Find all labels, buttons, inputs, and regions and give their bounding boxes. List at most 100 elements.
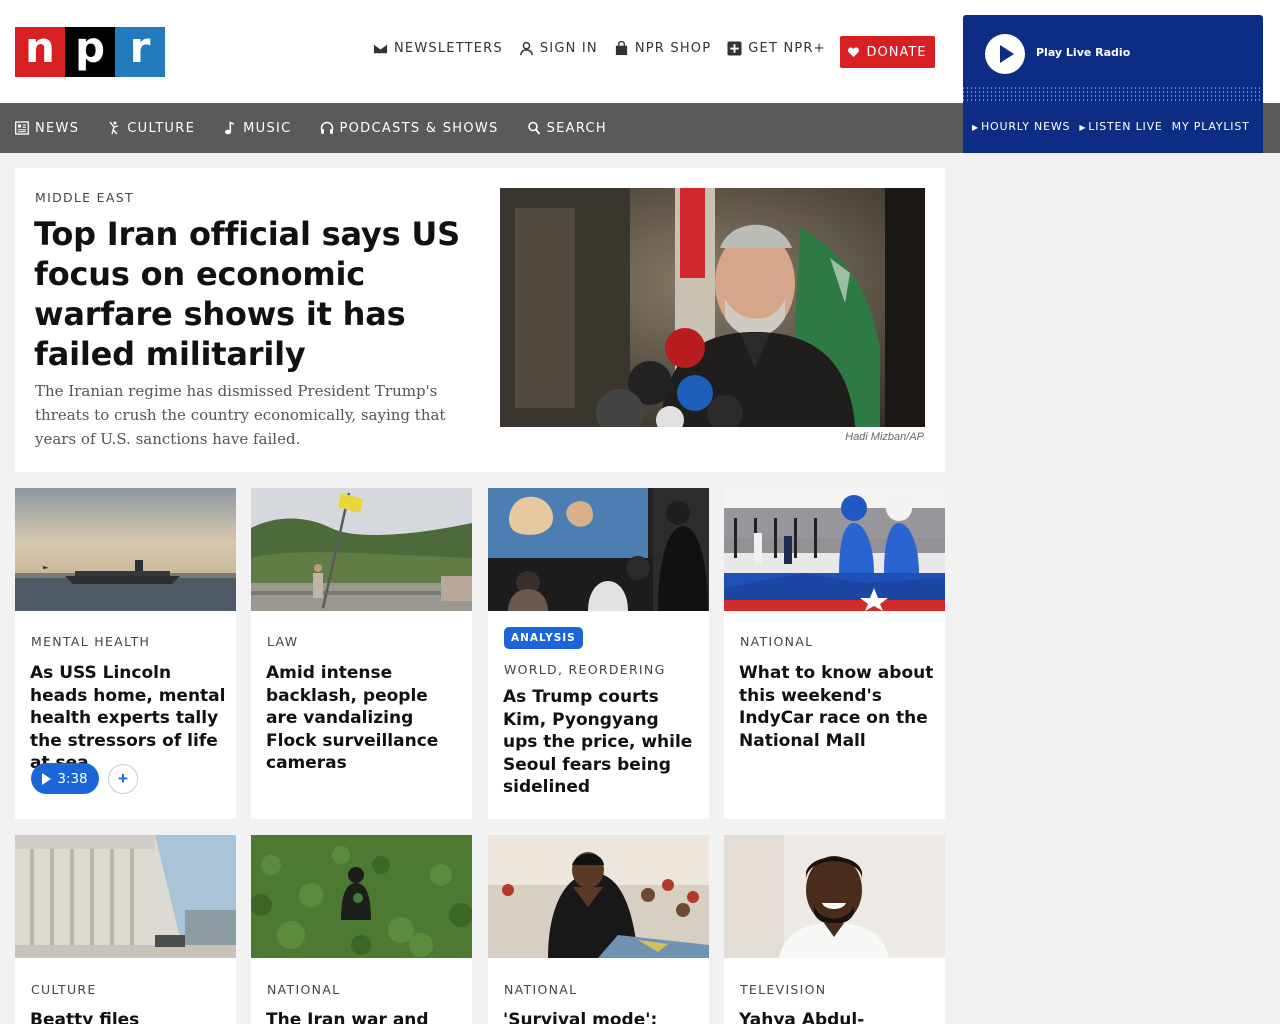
photo-kennedy-center <box>15 835 236 958</box>
user-icon <box>519 41 533 56</box>
story-headline[interactable]: Amid intense backlash, people are vandal… <box>266 662 462 775</box>
my-playlist-label: MY PLAYLIST <box>1171 120 1250 133</box>
waveform-graphic <box>963 87 1263 103</box>
photo-aircraft-carrier <box>15 488 236 611</box>
play-audio-button[interactable]: 3:38 <box>31 763 99 794</box>
story-card: MENTAL HEALTH As USS Lincoln heads home,… <box>15 488 236 819</box>
hourly-news-link[interactable]: ▶ HOURLY NEWS <box>972 120 1070 133</box>
story-teaser[interactable]: The Iranian regime has dismissed Preside… <box>35 379 455 451</box>
photo-people-watching-missile-launch <box>488 488 709 611</box>
dancer-icon <box>109 121 119 135</box>
nav-item-label: MUSIC <box>243 120 292 136</box>
player-links: ▶ HOURLY NEWS ▶ LISTEN LIVE MY PLAYLIST <box>972 120 1250 133</box>
story-headline[interactable]: 'Survival mode': <box>503 1009 699 1024</box>
logo-letter-n: n <box>15 27 65 77</box>
triangle-right-icon: ▶ <box>1079 123 1087 132</box>
nav-item-news[interactable]: NEWS <box>15 121 79 136</box>
hourly-news-label: HOURLY NEWS <box>980 120 1071 133</box>
photo-official-at-podium <box>500 188 925 427</box>
photo-indycar-drivers <box>724 488 945 611</box>
nav-item-search[interactable]: SEARCH <box>527 121 607 136</box>
plus-box-icon <box>727 41 742 56</box>
story-slug[interactable]: LAW <box>267 634 298 649</box>
story-slug[interactable]: NATIONAL <box>267 982 340 997</box>
story-slug[interactable]: NATIONAL <box>740 634 813 649</box>
newsletters-label: NEWSLETTERS <box>394 41 503 56</box>
sign-in-label: SIGN IN <box>539 41 598 56</box>
listen-live-link[interactable]: ▶ LISTEN LIVE <box>1079 120 1162 133</box>
logo-letter-p: p <box>65 27 115 77</box>
story-headline[interactable]: What to know about this weekend's IndyCa… <box>739 662 935 752</box>
live-radio-player: Play Live Radio ▶ HOURLY NEWS ▶ LISTEN LIV… <box>963 15 1263 153</box>
story-headline[interactable]: Top Iran official says US focus on econo… <box>34 214 464 374</box>
story-slug[interactable]: MIDDLE EAST <box>35 190 134 205</box>
story-headline[interactable]: As USS Lincoln heads home, mental health… <box>30 662 226 775</box>
story-thumbnail[interactable] <box>488 488 709 611</box>
story-headline[interactable]: The Iran war and <box>266 1009 462 1024</box>
story-thumbnail[interactable] <box>251 835 472 958</box>
get-npr-plus-link[interactable]: GET NPR+ <box>727 41 825 56</box>
nav-item-label: SEARCH <box>546 120 607 136</box>
story-thumbnail[interactable] <box>488 835 709 958</box>
listen-live-label: LISTEN LIVE <box>1088 120 1163 133</box>
music-note-icon <box>225 121 235 135</box>
search-icon <box>527 121 540 135</box>
story-image[interactable] <box>500 188 925 427</box>
nav-item-label: NEWS <box>35 120 80 136</box>
play-live-radio-button[interactable] <box>985 34 1025 74</box>
featured-story: MIDDLE EAST Top Iran official says US fo… <box>15 168 945 472</box>
nav-item-music[interactable]: MUSIC <box>223 121 291 136</box>
add-to-playlist-button[interactable]: + <box>108 764 138 794</box>
analysis-badge: ANALYSIS <box>504 627 583 649</box>
story-card: CULTURE Beatty files <box>15 835 236 1024</box>
photo-portrait-smiling-man <box>724 835 945 958</box>
nav-item-culture[interactable]: CULTURE <box>107 121 195 136</box>
photo-surveillance-camera-protest <box>251 488 472 611</box>
photo-farmer-in-field <box>251 835 472 958</box>
story-thumbnail[interactable] <box>251 488 472 611</box>
heart-icon <box>848 47 860 57</box>
story-headline[interactable]: Beatty files <box>30 1009 226 1024</box>
photo-credit: Hadi Mizban/AP <box>845 431 924 443</box>
story-slug[interactable]: TELEVISION <box>740 982 826 997</box>
newspaper-icon <box>15 121 29 135</box>
story-slug[interactable]: MENTAL HEALTH <box>31 634 150 649</box>
my-playlist-link[interactable]: MY PLAYLIST <box>1172 120 1250 133</box>
story-thumbnail[interactable] <box>15 488 236 611</box>
story-thumbnail[interactable] <box>15 835 236 958</box>
logo-letter-r: r <box>115 27 165 77</box>
utility-nav: NEWSLETTERS SIGN IN NPR SHOP GET NPR+ <box>373 41 826 56</box>
get-npr-plus-label: GET NPR+ <box>748 41 826 56</box>
story-headline[interactable]: As Trump courts Kim, Pyongyang ups the p… <box>503 686 699 799</box>
envelope-icon <box>373 43 388 54</box>
headphones-icon <box>320 121 333 134</box>
story-card: LAW Amid intense backlash, people are va… <box>251 488 472 819</box>
story-slug[interactable]: CULTURE <box>31 982 97 997</box>
nav-item-podcasts[interactable]: PODCASTS & SHOWS <box>320 121 499 136</box>
play-icon <box>42 772 52 785</box>
nav-item-label: CULTURE <box>127 120 196 136</box>
npr-logo[interactable]: n p r <box>15 27 165 77</box>
story-slug[interactable]: NATIONAL <box>504 982 577 997</box>
photo-man-praying-at-table <box>488 835 709 958</box>
story-card: NATIONAL What to know about this weekend… <box>724 488 945 819</box>
npr-shop-link[interactable]: NPR SHOP <box>614 41 711 56</box>
triangle-right-icon: ▶ <box>972 123 979 132</box>
story-headline[interactable]: Yahya Abdul-Mateen <box>739 1009 935 1024</box>
donate-label: DONATE <box>866 44 927 60</box>
story-card: TELEVISION Yahya Abdul-Mateen <box>724 835 945 1024</box>
story-card: ANALYSIS WORLD, REORDERING As Trump cour… <box>488 488 709 819</box>
play-live-radio-label[interactable]: Play Live Radio <box>1036 46 1130 59</box>
story-thumbnail[interactable] <box>724 835 945 958</box>
npr-shop-label: NPR SHOP <box>634 41 712 56</box>
sign-in-link[interactable]: SIGN IN <box>519 41 598 56</box>
main-nav: NEWS CULTURE MUSIC PODCASTS & SHOWS SEAR… <box>15 103 607 153</box>
story-slug[interactable]: WORLD, REORDERING <box>504 662 666 677</box>
story-thumbnail[interactable] <box>724 488 945 611</box>
story-card: NATIONAL 'Survival mode': <box>488 835 709 1024</box>
donate-button[interactable]: DONATE <box>840 36 935 68</box>
audio-duration: 3:38 <box>57 770 88 787</box>
shopping-bag-icon <box>615 41 627 56</box>
newsletters-link[interactable]: NEWSLETTERS <box>373 41 503 56</box>
nav-item-label: PODCASTS & SHOWS <box>339 120 499 136</box>
